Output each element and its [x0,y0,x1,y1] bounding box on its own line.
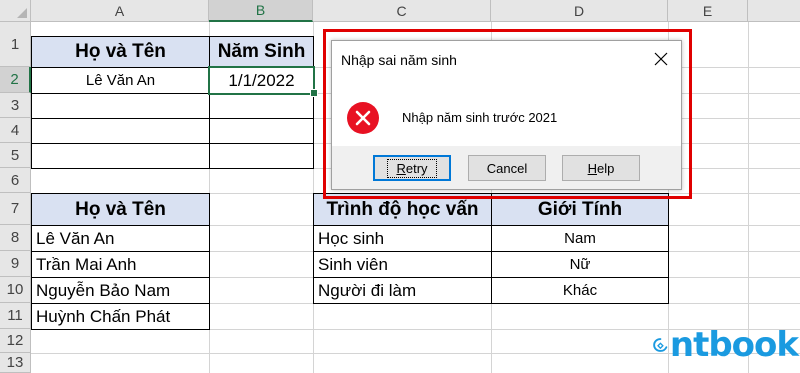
table1-header-birthyear[interactable]: Năm Sinh [209,36,314,68]
help-button-label: Help [587,160,615,176]
error-dialog: Nhập sai năm sinh Nhập năm sinh trước 20… [331,40,682,190]
table1-cell-empty[interactable] [209,143,314,169]
dialog-title: Nhập sai năm sinh [341,51,457,68]
names-cell[interactable]: Lê Văn An [31,225,210,252]
table2-cell-education[interactable]: Người đi làm [313,277,492,304]
table1-cell-empty[interactable] [31,118,210,144]
cancel-button[interactable]: Cancel [468,155,546,181]
names-cell[interactable]: Huỳnh Chấn Phát [31,303,210,330]
names-cell[interactable]: Trần Mai Anh [31,251,210,278]
table2-cell-gender[interactable]: Khác [491,277,669,304]
table2-cell-gender[interactable]: Nam [491,225,669,252]
retry-button[interactable]: Retry [373,155,451,181]
table2-cell-education[interactable]: Học sinh [313,225,492,252]
table1-cell-empty[interactable] [209,93,314,119]
table1-cell-empty[interactable] [209,118,314,144]
table1-cell-empty[interactable] [31,143,210,169]
dialog-footer: Retry Cancel Help [332,146,681,189]
ntbook-logo-icon [653,338,668,352]
names-cell[interactable]: Nguyễn Bảo Nam [31,277,210,304]
retry-button-label: Retry [387,158,437,178]
dialog-titlebar[interactable]: Nhập sai năm sinh [332,41,681,78]
table2-cell-education[interactable]: Sinh viên [313,251,492,278]
ntbook-logo-text: ntbook [669,325,799,365]
table1-cell-name-1[interactable]: Lê Văn An [31,67,210,94]
names-header[interactable]: Họ và Tên [31,193,210,226]
fill-handle[interactable] [310,89,318,97]
dialog-message: Nhập năm sinh trước 2021 [402,110,558,125]
table2-cell-gender[interactable]: Nữ [491,251,669,278]
table1-cell-birthyear-1[interactable]: 1/1/2022 [208,66,315,95]
help-button[interactable]: Help [562,155,640,181]
table1-header-name[interactable]: Họ và Tên [31,36,210,68]
ntbook-logo: ntbook [653,320,799,370]
table1-cell-empty[interactable] [31,93,210,119]
error-icon [346,101,380,135]
close-icon[interactable] [651,49,671,69]
